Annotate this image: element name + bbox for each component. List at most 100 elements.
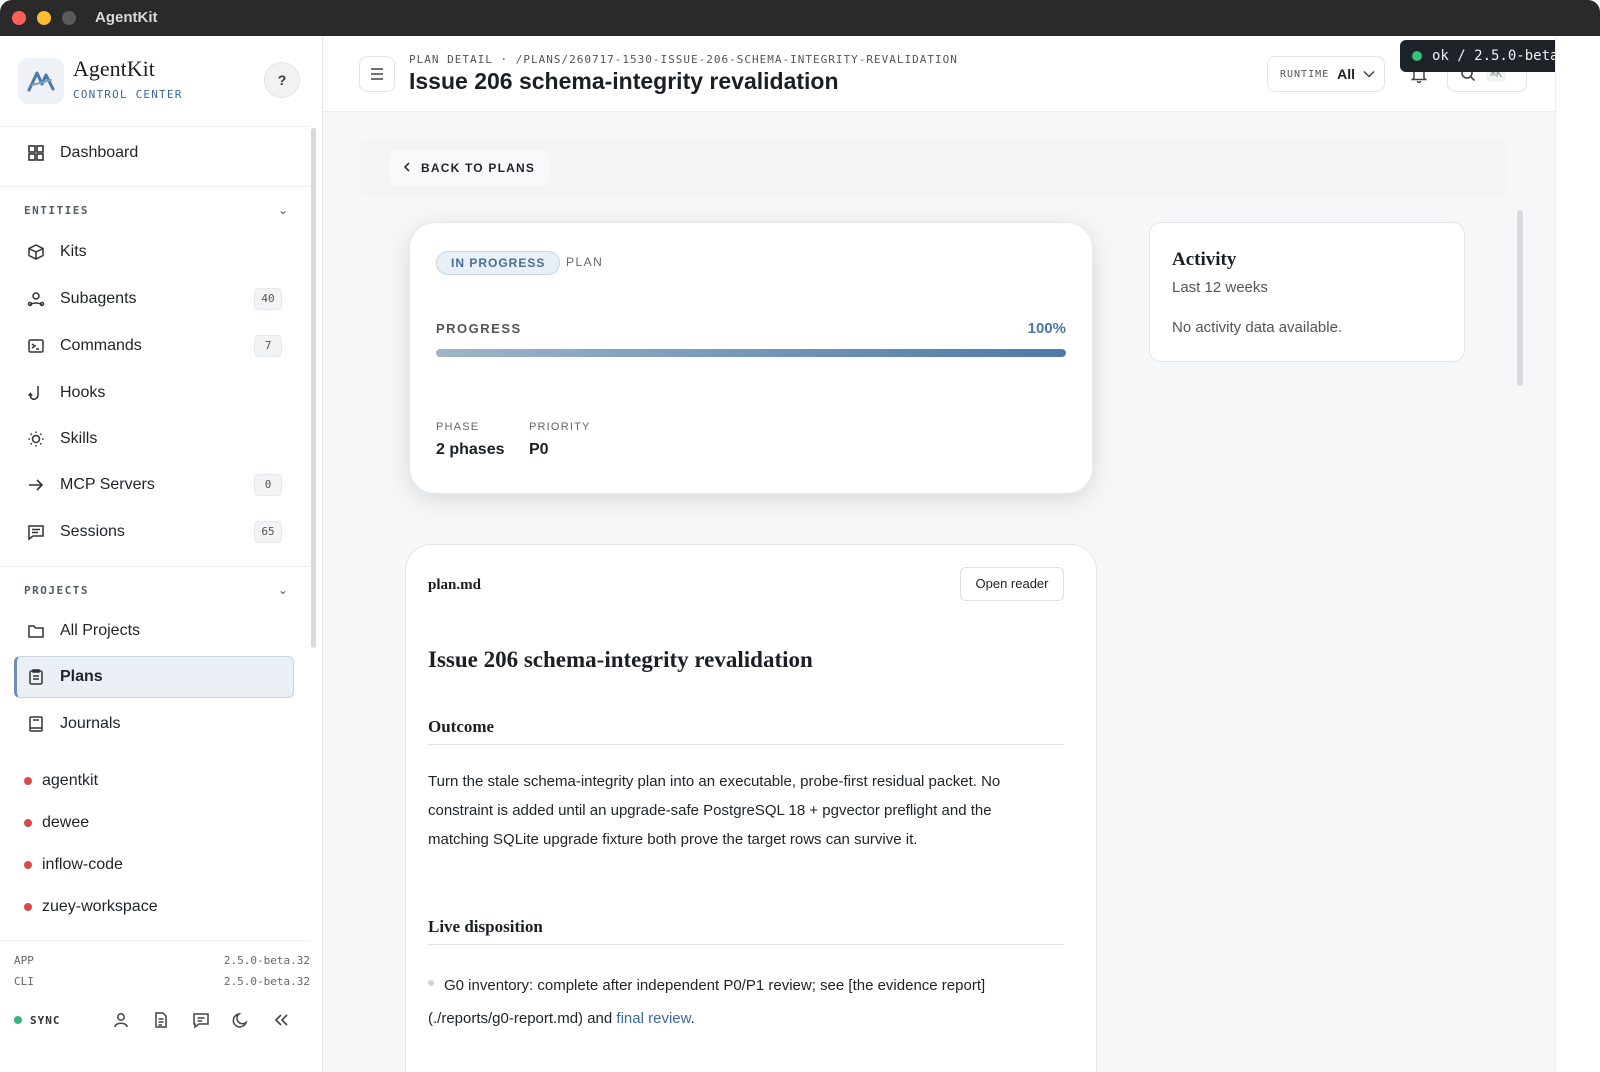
window-titlebar: AgentKit <box>0 0 1600 36</box>
sidebar-item-label: Dashboard <box>60 144 139 161</box>
folder-icon <box>24 619 48 643</box>
project-status-dot <box>24 777 32 785</box>
main-content: BACK TO PLANS IN PROGRESS PLAN PROGRESS … <box>323 112 1555 1072</box>
sidebar-item-label: Sessions <box>60 523 125 540</box>
project-item-dewee[interactable]: dewee <box>24 810 284 836</box>
sidebar-item-label: All Projects <box>60 622 141 639</box>
project-label: agentkit <box>42 772 99 789</box>
clipboard-list-icon <box>24 665 48 689</box>
app-version-value: 2.5.0-beta.32 <box>223 954 310 967</box>
sidebar-item-plans[interactable]: Plans <box>14 656 294 698</box>
sidebar-item-hooks[interactable]: Hooks <box>14 373 294 413</box>
list-item-text: G0 inventory: complete after independent… <box>428 977 986 1027</box>
sidebar-divider <box>0 186 310 187</box>
chevron-down-icon: ⌄ <box>277 203 288 217</box>
sidebar-item-label: Commands <box>60 337 142 354</box>
users-icon <box>24 287 48 311</box>
project-label: zuey-workspace <box>42 898 158 915</box>
chevron-down-icon: ⌄ <box>277 583 288 597</box>
open-reader-button[interactable]: Open reader <box>960 567 1064 601</box>
window-title: AgentKit <box>95 9 158 26</box>
sidebar-item-all-projects[interactable]: All Projects <box>14 611 294 651</box>
sidebar-item-skills[interactable]: Skills <box>14 419 294 459</box>
sync-status-label[interactable]: SYNC <box>30 1014 61 1027</box>
list-item: G0 inventory: complete after independent… <box>428 969 1048 1035</box>
activity-title: Activity <box>1172 249 1237 270</box>
section-title: PROJECTS <box>24 583 89 597</box>
user-icon[interactable] <box>109 1008 133 1032</box>
final-review-link[interactable]: final review <box>616 1010 690 1027</box>
main-scrollbar[interactable] <box>1517 210 1523 386</box>
brand-name: AgentKit <box>73 56 155 81</box>
project-item-agentkit[interactable]: agentkit <box>24 768 284 794</box>
cli-version-value: 2.5.0-beta.32 <box>223 975 310 988</box>
message-square-icon <box>24 520 48 544</box>
page-title: Issue 206 schema-integrity revalidation <box>409 68 839 94</box>
chat-icon[interactable] <box>189 1008 213 1032</box>
cli-version-row: CLI 2.5.0-beta.32 <box>14 975 310 988</box>
file-text-icon[interactable] <box>149 1008 173 1032</box>
sidebar-item-journals[interactable]: Journals <box>14 704 294 744</box>
runtime-select[interactable]: RUNTIME All <box>1267 56 1385 92</box>
lightbulb-icon <box>24 427 48 451</box>
doc-divider <box>428 744 1064 745</box>
activity-empty-state: No activity data available. <box>1172 319 1343 336</box>
section-title: ENTITIES <box>24 203 89 217</box>
runtime-value: All <box>1337 66 1356 82</box>
doc-heading: Issue 206 schema-integrity revalidation <box>428 647 813 672</box>
project-item-inflow-code[interactable]: inflow-code <box>24 852 284 878</box>
moon-icon[interactable] <box>229 1008 253 1032</box>
progress-bar <box>436 349 1066 357</box>
sidebar: AgentKit CONTROL CENTER ? Dashboard ENTI… <box>0 36 323 1072</box>
sidebar-item-sessions[interactable]: Sessions 65 <box>14 512 294 552</box>
project-label: dewee <box>42 814 90 831</box>
close-window-button[interactable] <box>12 11 26 25</box>
sidebar-scrollbar[interactable] <box>311 128 316 648</box>
doc-paragraph: Turn the stale schema-integrity plan int… <box>428 773 1001 848</box>
list-item-end: . <box>690 1010 695 1027</box>
projects-section-toggle[interactable]: PROJECTS ⌄ <box>24 580 288 600</box>
back-to-plans-button[interactable]: BACK TO PLANS <box>389 150 550 186</box>
project-label: inflow-code <box>42 856 123 873</box>
hamburger-icon <box>371 68 383 80</box>
right-gutter <box>1555 36 1600 1072</box>
sidebar-item-subagents[interactable]: Subagents 40 <box>14 279 294 319</box>
terminal-icon <box>24 334 48 358</box>
top-header: PLAN DETAIL · /PLANS/260717-1530-ISSUE-2… <box>323 36 1555 112</box>
sidebar-divider <box>0 940 310 941</box>
chevron-left-icon <box>403 161 411 175</box>
menu-toggle-button[interactable] <box>359 56 395 92</box>
app-version-label: APP <box>14 954 34 967</box>
sidebar-item-mcp-servers[interactable]: MCP Servers 0 <box>14 465 294 505</box>
count-badge: 0 <box>254 474 282 496</box>
sidebar-divider <box>0 126 310 127</box>
plan-summary-card: IN PROGRESS PLAN PROGRESS 100% PHASE 2 p… <box>409 222 1093 494</box>
sidebar-item-label: Skills <box>60 430 98 447</box>
count-badge: 65 <box>254 521 282 543</box>
book-icon <box>24 712 48 736</box>
breadcrumb: PLAN DETAIL · /PLANS/260717-1530-ISSUE-2… <box>409 53 958 66</box>
back-label: BACK TO PLANS <box>421 161 536 175</box>
sidebar-item-kits[interactable]: Kits <box>14 232 294 272</box>
zoom-window-button[interactable] <box>62 11 76 25</box>
progress-bar-fill <box>436 349 1066 357</box>
entities-section-toggle[interactable]: ENTITIES ⌄ <box>24 200 288 220</box>
count-badge: 40 <box>254 288 282 310</box>
status-dot <box>1412 51 1422 61</box>
progress-value: 100% <box>1027 320 1066 337</box>
activity-card: Activity Last 12 weeks No activity data … <box>1149 222 1465 362</box>
status-badge: IN PROGRESS <box>436 251 561 275</box>
phase-label: PHASE <box>436 421 480 433</box>
sidebar-item-commands[interactable]: Commands 7 <box>14 326 294 366</box>
minimize-window-button[interactable] <box>37 11 51 25</box>
sidebar-item-label: Journals <box>60 715 121 732</box>
help-button[interactable]: ? <box>264 62 300 98</box>
sidebar-footer: SYNC <box>14 1008 310 1032</box>
sidebar-item-dashboard[interactable]: Dashboard <box>14 133 294 173</box>
priority-value: P0 <box>529 441 549 458</box>
sidebar-item-label: Plans <box>60 668 103 685</box>
collapse-sidebar-icon[interactable] <box>269 1008 293 1032</box>
project-item-zuey-workspace[interactable]: zuey-workspace <box>24 894 284 920</box>
cube-icon <box>24 240 48 264</box>
agentkit-logo-icon <box>18 58 64 104</box>
